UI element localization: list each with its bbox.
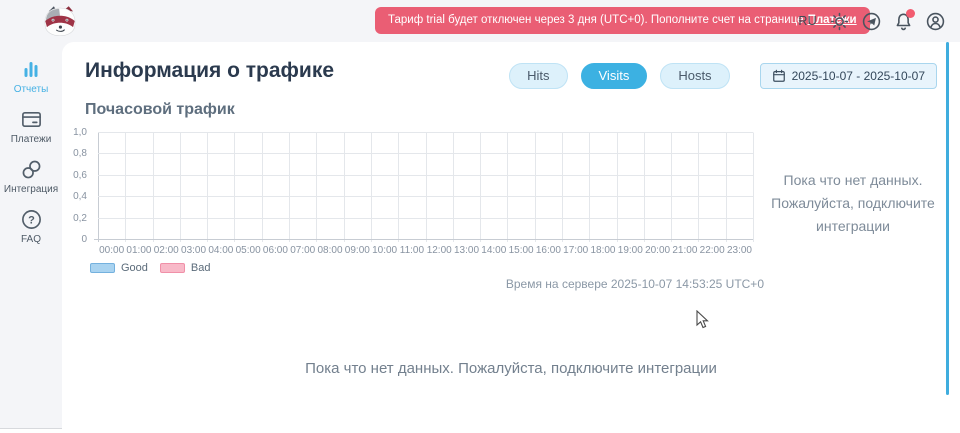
link-icon <box>20 158 43 181</box>
legend-swatch <box>90 263 115 273</box>
notification-dot <box>906 9 915 18</box>
notifications-button[interactable] <box>894 12 913 31</box>
topbar: Тариф trial будет отключен через 3 дня (… <box>0 0 960 42</box>
raccoon-logo-icon <box>40 3 80 39</box>
x-axis-label: 04:00 <box>207 245 234 256</box>
sidebar: Отчеты Платежи Интеграция ? FAQ <box>0 42 62 428</box>
sidebar-item-label: Интеграция <box>4 184 58 195</box>
y-axis-label: 0,2 <box>73 213 87 224</box>
main-panel: Информация о трафике Hits Visits Hosts 2… <box>62 42 960 429</box>
telegram-icon[interactable] <box>862 12 881 31</box>
topbar-actions: RU <box>798 0 945 42</box>
x-axis-label: 00:00 <box>98 245 125 256</box>
sidebar-item-label: FAQ <box>21 234 41 245</box>
y-axis-label: 0,4 <box>73 191 87 202</box>
sidebar-item-label: Платежи <box>11 134 52 145</box>
x-axis-label: 20:00 <box>644 245 671 256</box>
x-axis-label: 22:00 <box>699 245 726 256</box>
legend-label: Good <box>121 262 148 274</box>
credit-card-icon <box>20 108 43 131</box>
x-axis-label: 12:00 <box>426 245 453 256</box>
y-axis-label: 0,6 <box>73 170 87 181</box>
x-axis-label: 06:00 <box>262 245 289 256</box>
legend-item-good[interactable]: Good <box>90 262 148 274</box>
x-axis-label: 08:00 <box>316 245 343 256</box>
chart-legend: Good Bad <box>90 262 211 274</box>
page-title: Информация о трафике <box>85 59 334 83</box>
y-axis-label: 0,8 <box>73 148 87 159</box>
x-axis-label: 14:00 <box>480 245 507 256</box>
banner-text: Тариф trial будет отключен через 3 дня (… <box>388 14 804 26</box>
sidebar-item-faq[interactable]: ? FAQ <box>0 208 62 245</box>
y-axis-label: 0 <box>81 234 87 245</box>
question-icon: ? <box>20 208 43 231</box>
traffic-controls: Hits Visits Hosts 2025-10-07 - 2025-10-0… <box>509 63 937 89</box>
calendar-icon <box>772 69 786 83</box>
sidebar-item-payments[interactable]: Платежи <box>0 108 62 145</box>
x-axis-label: 09:00 <box>344 245 371 256</box>
x-axis-label: 05:00 <box>234 245 261 256</box>
tab-hosts[interactable]: Hosts <box>660 63 729 89</box>
no-data-bottom-message: Пока что нет данных. Пожалуйста, подключ… <box>62 360 960 377</box>
svg-text:?: ? <box>28 215 35 227</box>
x-axis-label: 11:00 <box>398 245 425 256</box>
x-axis-label: 17:00 <box>562 245 589 256</box>
x-axis-label: 19:00 <box>617 245 644 256</box>
legend-swatch <box>160 263 185 273</box>
app-window: Тариф trial будет отключен через 3 дня (… <box>0 0 960 433</box>
sidebar-item-integration[interactable]: Интеграция <box>0 158 62 195</box>
y-axis-label: 1,0 <box>73 127 87 138</box>
sidebar-item-reports[interactable]: Отчеты <box>0 59 62 95</box>
legend-label: Bad <box>191 262 211 274</box>
vertical-scrollbar-thumb[interactable] <box>946 42 949 395</box>
x-axis-label: 15:00 <box>507 245 534 256</box>
language-selector[interactable]: RU <box>798 14 817 28</box>
x-axis-label: 02:00 <box>153 245 180 256</box>
x-axis-label: 01:00 <box>125 245 152 256</box>
x-axis-labels: 00:0001:0002:0003:0004:0005:0006:0007:00… <box>98 245 753 256</box>
chart-plot <box>92 132 759 250</box>
app-logo[interactable] <box>40 3 80 39</box>
y-axis-labels: 1,00,80,60,40,20 <box>62 132 90 239</box>
theme-sun-icon[interactable] <box>830 12 849 31</box>
x-axis-label: 07:00 <box>289 245 316 256</box>
x-axis-label: 21:00 <box>671 245 698 256</box>
x-axis-label: 16:00 <box>535 245 562 256</box>
chart-title: Почасовой трафик <box>85 101 235 119</box>
tab-hits[interactable]: Hits <box>509 63 567 89</box>
x-axis-label: 10:00 <box>371 245 398 256</box>
tab-visits[interactable]: Visits <box>581 63 648 89</box>
no-data-side-message: Пока что нет данных. Пожалуйста, подключ… <box>764 169 942 238</box>
date-range-value: 2025-10-07 - 2025-10-07 <box>792 69 925 83</box>
date-range-picker[interactable]: 2025-10-07 - 2025-10-07 <box>760 63 937 89</box>
x-axis-label: 13:00 <box>453 245 480 256</box>
x-axis-label: 03:00 <box>180 245 207 256</box>
sidebar-item-label: Отчеты <box>14 84 49 95</box>
trial-warning-banner: Тариф trial будет отключен через 3 дня (… <box>375 7 870 34</box>
x-axis-label: 18:00 <box>589 245 616 256</box>
account-icon[interactable] <box>926 12 945 31</box>
bar-chart-icon <box>20 59 42 81</box>
x-axis-label: 23:00 <box>726 245 753 256</box>
server-time: Время на сервере 2025-10-07 14:53:25 UTC… <box>506 277 764 291</box>
legend-item-bad[interactable]: Bad <box>160 262 211 274</box>
